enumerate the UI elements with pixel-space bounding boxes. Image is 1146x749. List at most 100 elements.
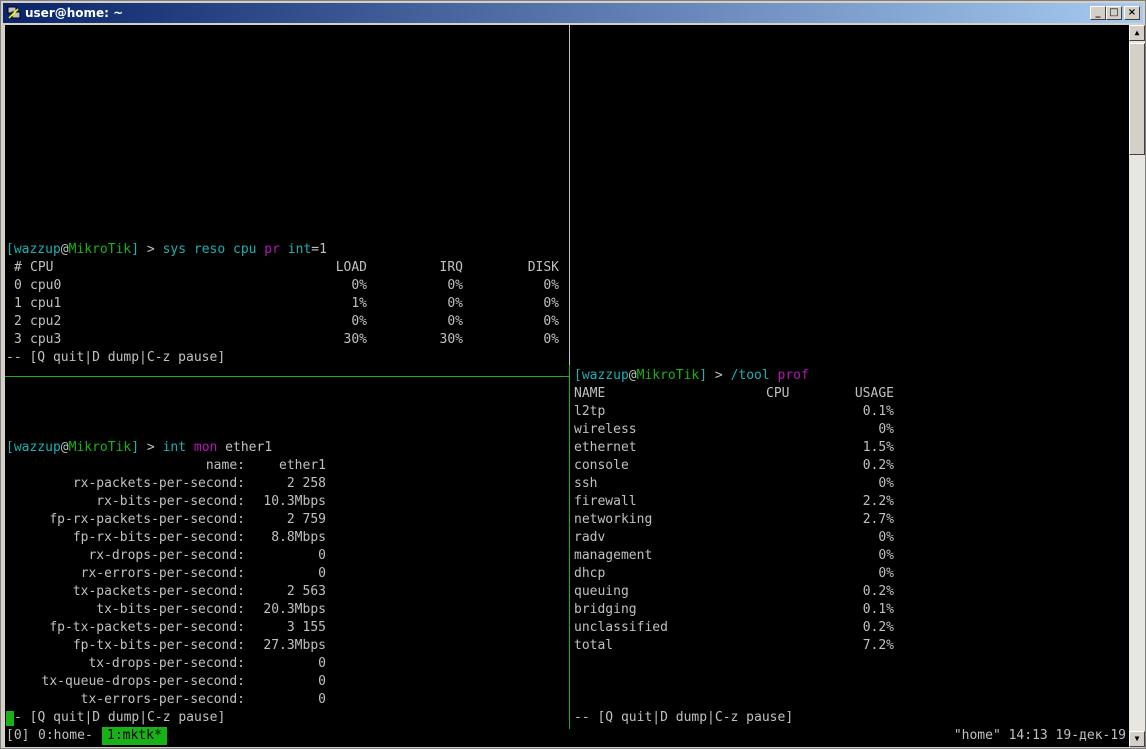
int-row-value: 20.3Mbps — [263, 602, 326, 617]
cpu-row-disk: 0% — [543, 296, 559, 311]
putty-icon — [7, 6, 21, 19]
prof-row-usage: 0% — [878, 422, 894, 437]
int-row-value: 0 — [318, 674, 326, 689]
title-bar[interactable]: user@home: ~ _ □ × — [3, 3, 1143, 23]
prof-row-usage: 0% — [878, 530, 894, 545]
prof-row-name: dhcp — [574, 566, 606, 581]
command-token: mon — [186, 440, 218, 455]
scroll-thumb[interactable] — [1129, 43, 1145, 155]
int-row-value: 8.8Mbps — [271, 530, 326, 545]
int-row-label: rx-bits-per-second: — [96, 494, 245, 509]
prompt-close-bracket: ] — [699, 368, 708, 383]
int-row-label: tx-packets-per-second: — [72, 584, 245, 599]
cpu-row-name: cpu2 — [30, 314, 62, 329]
prof-row-usage: 0.1% — [862, 602, 894, 617]
window-title: user@home: ~ — [25, 6, 124, 20]
prof-row-usage: 0% — [878, 548, 894, 563]
prompt-open-bracket: [ — [574, 368, 582, 383]
prof-row-usage: 1.5% — [862, 440, 894, 455]
scrollbar[interactable]: ▲ ▼ — [1129, 25, 1145, 747]
terminal-cursor — [6, 711, 14, 726]
command-token: pr — [256, 242, 280, 257]
prompt-close-bracket: ] — [131, 440, 140, 455]
prompt-user: wazzup — [13, 242, 61, 257]
int-row-value: 0 — [318, 692, 326, 707]
prompt-host: MikroTik — [68, 242, 132, 257]
int-row-label: tx-drops-per-second: — [88, 656, 245, 671]
tmux-window-mktk-active[interactable]: 1:mktk* — [102, 727, 167, 745]
int-row-value: 2 563 — [286, 584, 326, 599]
cpu-row-load: 0% — [351, 278, 367, 293]
prof-footer: -- [Q quit|D dump|C-z pause] — [574, 710, 794, 725]
int-footer: - [Q quit|D dump|C-z pause] — [14, 710, 226, 725]
int-prompt-line: [wazzup@MikroTik] > int mon ether1 — [6, 439, 272, 457]
tmux-session: [0] — [6, 728, 30, 743]
prompt-arrow: > — [707, 368, 731, 383]
prof-row-name: total — [574, 638, 614, 653]
prof-row-usage: 0% — [878, 476, 894, 491]
prof-row-name: bridging — [574, 602, 637, 617]
cpu-header-cpu: CPU — [30, 260, 54, 275]
prof-row-name: networking — [574, 512, 653, 527]
int-row-label: fp-tx-bits-per-second: — [72, 638, 245, 653]
terminal-window: user@home: ~ _ □ × [wazzup@MikroTik] > s… — [0, 0, 1146, 749]
prof-row-name: unclassified — [574, 620, 668, 635]
prof-row-name: management — [574, 548, 653, 563]
int-row-value: ether1 — [279, 458, 326, 473]
prof-row-name: ssh — [574, 476, 598, 491]
prof-row-name: firewall — [574, 494, 637, 509]
prof-header-name: NAME — [574, 386, 606, 401]
minimize-button[interactable]: _ — [1090, 6, 1106, 20]
prompt-at: @ — [60, 440, 69, 455]
command-token: /tool — [730, 368, 770, 383]
cpu-header-index: # — [14, 260, 22, 275]
prompt-open-bracket: [ — [6, 242, 14, 257]
cpu-row-load: 1% — [351, 296, 367, 311]
prompt-arrow: > — [139, 440, 163, 455]
prof-prompt-line: [wazzup@MikroTik] > /tool prof — [574, 367, 809, 385]
prof-row-name: ethernet — [574, 440, 637, 455]
prof-row-name: radv — [574, 530, 606, 545]
pane-divider-vertical-bottom — [569, 365, 570, 729]
cpu-row-disk: 0% — [543, 314, 559, 329]
scroll-down-icon[interactable]: ▼ — [1129, 731, 1145, 747]
cpu-footer: -- [Q quit|D dump|C-z pause] — [6, 350, 226, 365]
cpu-header-irq: IRQ — [439, 260, 463, 275]
prof-row-usage: 2.2% — [862, 494, 894, 509]
cpu-row-irq: 0% — [447, 278, 463, 293]
tmux-window-home[interactable]: 0:home- — [38, 727, 93, 745]
cpu-row-irq: 0% — [447, 296, 463, 311]
prof-row-name: console — [574, 458, 629, 473]
prompt-open-bracket: [ — [6, 440, 14, 455]
cpu-row-index: 1 — [14, 296, 22, 311]
prof-row-usage: 0.1% — [862, 404, 894, 419]
int-row-label: rx-errors-per-second: — [80, 566, 245, 581]
prof-header-usage: USAGE — [854, 386, 894, 401]
cpu-header-load: LOAD — [335, 260, 367, 275]
close-button[interactable]: × — [1124, 6, 1140, 20]
cpu-row-name: cpu1 — [30, 296, 62, 311]
prof-row-usage: 0.2% — [862, 458, 894, 473]
prompt-at: @ — [60, 242, 69, 257]
int-row-label: rx-packets-per-second: — [72, 476, 245, 491]
cpu-prompt-line: [wazzup@MikroTik] > sys reso cpu pr int=… — [6, 241, 327, 259]
prof-row-usage: 0.2% — [862, 584, 894, 599]
prof-row-name: wireless — [574, 422, 637, 437]
command-token: int — [279, 242, 312, 257]
tmux-status-right: "home" 14:13 19-дек-19 — [953, 728, 1126, 743]
prompt-user: wazzup — [581, 368, 629, 383]
cpu-row-irq: 0% — [447, 314, 463, 329]
int-row-label: rx-drops-per-second: — [88, 548, 245, 563]
cpu-row-load: 0% — [351, 314, 367, 329]
scroll-up-icon[interactable]: ▲ — [1129, 25, 1145, 41]
maximize-button[interactable]: □ — [1106, 6, 1122, 20]
cpu-row-index: 2 — [14, 314, 22, 329]
int-row-label: tx-errors-per-second: — [80, 692, 245, 707]
prompt-at: @ — [628, 368, 637, 383]
command-token: =1 — [311, 242, 327, 257]
int-row-value: 2 258 — [286, 476, 326, 491]
terminal-area[interactable]: [wazzup@MikroTik] > sys reso cpu pr int=… — [5, 25, 1129, 747]
int-row-label: tx-bits-per-second: — [96, 602, 245, 617]
int-row-value: 3 155 — [286, 620, 326, 635]
prompt-host: MikroTik — [636, 368, 700, 383]
